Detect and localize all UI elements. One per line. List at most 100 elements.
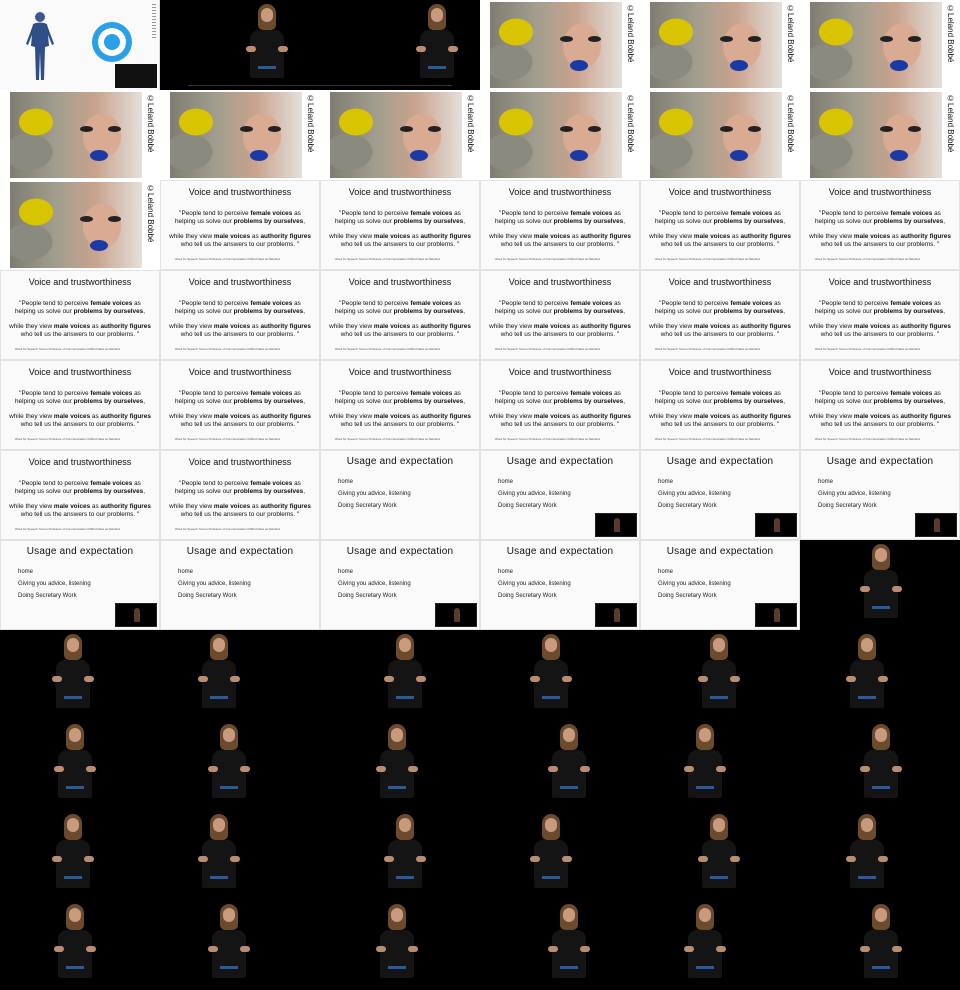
portrait-slide-thumbnail[interactable]: ©Leland Bobbé [640,0,800,90]
quote-line: "People tend to perceive female voices a… [179,480,301,487]
slide-title: Usage and expectation [506,456,614,467]
quote-slide-thumbnail[interactable]: Voice and trustworthiness "People tend t… [800,270,960,360]
quote-slide-thumbnail[interactable]: Voice and trustworthiness "People tend t… [640,360,800,450]
speaker-figure [540,900,600,990]
intro-slide-thumbnail[interactable] [0,0,160,90]
quote-slide-thumbnail[interactable]: Voice and trustworthiness "People tend t… [640,180,800,270]
speaker-thumbnail[interactable] [640,900,800,990]
speaker-thumbnail[interactable] [800,720,960,810]
timeline-line [188,85,452,86]
portrait-slide-thumbnail[interactable]: ©Leland Bobbé [800,90,960,180]
quote-slide-thumbnail[interactable]: Voice and trustworthiness "People tend t… [800,180,960,270]
quote-line: while they view male voices as authority… [489,323,631,330]
quote-slide-thumbnail[interactable]: Voice and trustworthiness "People tend t… [800,360,960,450]
quote-slide-thumbnail[interactable]: Voice and trustworthiness "People tend t… [480,270,640,360]
quote-line: who tell us the answers to our problems.… [20,331,140,338]
speaker-thumbnail[interactable] [480,810,640,900]
portrait-slide-thumbnail[interactable]: ©Leland Bobbé [480,90,640,180]
speaker-thumbnail[interactable] [0,720,160,810]
speaker-thumbnail[interactable] [640,810,800,900]
speaker-thumbnail[interactable] [160,720,320,810]
quote-slide-thumbnail[interactable]: Voice and trustworthiness "People tend t… [160,180,320,270]
quote-slide-thumbnail[interactable]: Voice and trustworthiness "People tend t… [0,270,160,360]
portrait-photo-image [650,92,782,178]
portrait-slide-thumbnail[interactable]: ©Leland Bobbé [320,90,480,180]
slide-title: Usage and expectation [346,546,454,557]
quote-slide-thumbnail[interactable]: Voice and trustworthiness "People tend t… [480,180,640,270]
quote-line: helping us solve our problems by ourselv… [494,308,626,315]
slide-title: Voice and trustworthiness [348,277,452,287]
photo-credit-label: ©Leland Bobbé [466,94,475,153]
speaker-wide-thumbnail[interactable] [160,0,480,90]
quote-slide-thumbnail[interactable]: Voice and trustworthiness "People tend t… [160,270,320,360]
slide-title: Usage and expectation [186,546,294,557]
portrait-photo-image [490,92,622,178]
speaker-thumbnail[interactable] [320,810,480,900]
speaker-thumbnail[interactable] [640,720,800,810]
usage-item: Giving you advice, listening [498,581,571,587]
speaker-thumbnail[interactable] [480,900,640,990]
usage-slide-thumbnail[interactable]: Usage and expectation home Giving you ad… [800,450,960,540]
quote-line: helping us solve our problems by ourselv… [494,218,626,225]
slide-title: Voice and trustworthiness [508,187,612,197]
quote-slide-thumbnail[interactable]: Voice and trustworthiness "People tend t… [480,360,640,450]
quote-slide-thumbnail[interactable]: Voice and trustworthiness "People tend t… [320,180,480,270]
usage-slide-thumbnail[interactable]: Usage and expectation home Giving you ad… [320,450,480,540]
usage-slide-thumbnail[interactable]: Usage and expectation home Giving you ad… [640,450,800,540]
usage-slide-thumbnail[interactable]: Usage and expectation home Giving you ad… [320,540,480,630]
portrait-slide-thumbnail[interactable]: ©Leland Bobbé [160,90,320,180]
speaker-figure [44,810,104,900]
usage-slide-thumbnail[interactable]: Usage and expectation home Giving you ad… [480,540,640,630]
speaker-thumbnail[interactable] [160,630,320,720]
quote-slide-thumbnail[interactable]: Voice and trustworthiness "People tend t… [320,360,480,450]
speaker-thumbnail[interactable] [320,630,480,720]
speaker-thumbnail[interactable] [0,630,160,720]
speaker-figure [200,900,260,990]
speaker-pip-video [115,64,157,88]
speaker-thumbnail[interactable] [480,720,640,810]
speaker-figure [540,720,600,810]
quote-slide-thumbnail[interactable]: Voice and trustworthiness "People tend t… [0,450,160,540]
speaker-thumbnail[interactable] [0,810,160,900]
speaker-figure [376,630,436,720]
quote-line: who tell us the answers to our problems.… [180,511,300,518]
speaker-thumbnail[interactable] [800,540,960,630]
quote-slide-thumbnail[interactable]: Voice and trustworthiness "People tend t… [160,360,320,450]
usage-slide-thumbnail[interactable]: Usage and expectation home Giving you ad… [0,540,160,630]
usage-slide-thumbnail[interactable]: Usage and expectation home Giving you ad… [640,540,800,630]
quote-slide-thumbnail[interactable]: Voice and trustworthiness "People tend t… [320,270,480,360]
usage-item: Giving you advice, listening [338,491,411,497]
quote-source: Word for Speech: former Professor of Com… [655,437,760,441]
speaker-thumbnail[interactable] [800,900,960,990]
portrait-slide-thumbnail[interactable]: ©Leland Bobbé [0,180,160,270]
quote-line: helping us solve our problems by ourselv… [14,488,146,495]
quote-line: helping us solve our problems by ourselv… [174,488,306,495]
speaker-figure [238,0,298,90]
portrait-slide-thumbnail[interactable]: ©Leland Bobbé [0,90,160,180]
portrait-slide-thumbnail[interactable]: ©Leland Bobbé [480,0,640,90]
speaker-thumbnail[interactable] [800,810,960,900]
speaker-figure [838,810,898,900]
quote-slide-thumbnail[interactable]: Voice and trustworthiness "People tend t… [160,450,320,540]
usage-slide-thumbnail[interactable]: Usage and expectation home Giving you ad… [480,450,640,540]
photo-credit-label: ©Leland Bobbé [146,184,155,243]
quote-slide-thumbnail[interactable]: Voice and trustworthiness "People tend t… [0,360,160,450]
quote-slide-thumbnail[interactable]: Voice and trustworthiness "People tend t… [640,270,800,360]
speaker-thumbnail[interactable] [640,630,800,720]
quote-line: while they view male voices as authority… [809,413,951,420]
slide-title: Voice and trustworthiness [188,457,292,467]
speaker-thumbnail[interactable] [320,900,480,990]
speaker-thumbnail[interactable] [800,630,960,720]
portrait-slide-thumbnail[interactable]: ©Leland Bobbé [800,0,960,90]
usage-item: Doing Secretary Work [658,503,717,509]
speaker-thumbnail[interactable] [0,900,160,990]
speaker-figure [368,720,428,810]
quote-line: while they view male voices as authority… [489,413,631,420]
slide-title: Voice and trustworthiness [828,367,932,377]
speaker-thumbnail[interactable] [160,900,320,990]
usage-slide-thumbnail[interactable]: Usage and expectation home Giving you ad… [160,540,320,630]
speaker-thumbnail[interactable] [480,630,640,720]
speaker-thumbnail[interactable] [320,720,480,810]
speaker-thumbnail[interactable] [160,810,320,900]
portrait-slide-thumbnail[interactable]: ©Leland Bobbé [640,90,800,180]
